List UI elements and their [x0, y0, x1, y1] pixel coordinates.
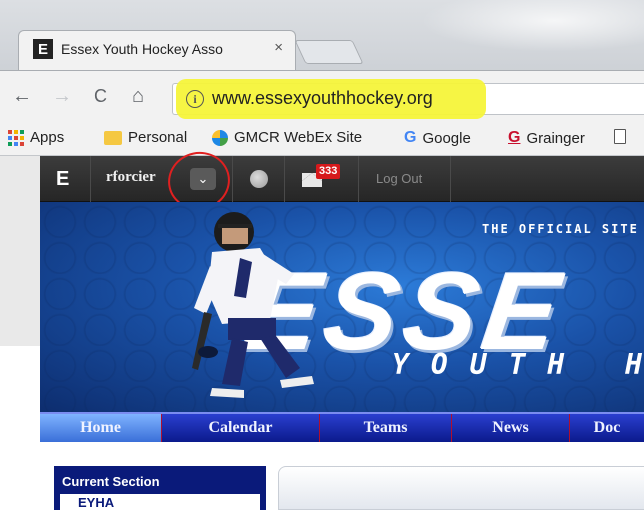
- globe-icon: [212, 129, 228, 146]
- google-icon: G: [404, 129, 417, 146]
- bookmark-document[interactable]: [614, 129, 632, 144]
- divider: [450, 156, 451, 202]
- grainger-icon: G: [508, 129, 521, 146]
- nav-documents[interactable]: Doc: [570, 414, 644, 442]
- reload-icon[interactable]: C: [94, 86, 107, 107]
- divider: [284, 156, 285, 202]
- browser-tab[interactable]: E Essex Youth Hockey Asso ×: [18, 30, 296, 70]
- bookmark-label: GMCR WebEx Site: [234, 129, 363, 146]
- screenshot: E Essex Youth Hockey Asso × ← → C ⌂ i ww…: [0, 0, 644, 510]
- mail-count-badge: 333: [316, 164, 341, 179]
- site-favicon-icon: E: [33, 39, 53, 59]
- background-glare: [420, 0, 644, 52]
- apps-grid-icon: [8, 129, 24, 146]
- nav-news[interactable]: News: [452, 414, 570, 442]
- section-link-eyha[interactable]: EYHA: [78, 495, 114, 510]
- globe-icon[interactable]: [250, 170, 268, 188]
- main-content-panel: [278, 466, 644, 510]
- back-icon[interactable]: ←: [12, 85, 32, 108]
- browser-toolbar: ← → C ⌂ i www.essexyouthhockey.org: [0, 70, 644, 122]
- page-background: [0, 156, 40, 346]
- bookmark-label: Personal: [128, 129, 188, 146]
- bookmark-personal[interactable]: Personal: [104, 129, 187, 146]
- section-list: EYHA: [60, 494, 260, 510]
- site-banner: THE OFFICIAL SITE ESSE YOUTH HO: [40, 202, 644, 412]
- banner-tagline: THE OFFICIAL SITE: [482, 222, 639, 236]
- bookmark-label: Google: [422, 129, 471, 147]
- username-label[interactable]: rforcier: [106, 169, 156, 186]
- site-info-icon[interactable]: i: [186, 90, 204, 108]
- web-page: E rforcier ⌄ 333 Log Out THE OFFICIAL SI…: [0, 146, 644, 510]
- bookmarks-bar: Apps Personal GMCR WebEx Site G Google G…: [0, 122, 644, 156]
- home-icon[interactable]: ⌂: [132, 85, 144, 108]
- nav-calendar[interactable]: Calendar: [162, 414, 320, 442]
- site-nav: Home Calendar Teams News Doc: [40, 412, 644, 442]
- browser-tabstrip: E Essex Youth Hockey Asso ×: [0, 0, 644, 72]
- document-icon: [614, 129, 626, 144]
- new-tab-button[interactable]: [294, 40, 364, 64]
- bookmark-gmcr-webex[interactable]: GMCR WebEx Site: [212, 129, 362, 146]
- folder-icon: [104, 130, 122, 145]
- bookmark-google[interactable]: G Google: [404, 129, 471, 147]
- bookmark-label: Apps: [30, 129, 65, 146]
- close-tab-icon[interactable]: ×: [274, 39, 283, 56]
- divider: [232, 156, 233, 202]
- divider: [358, 156, 359, 202]
- bookmark-grainger[interactable]: G Grainger: [508, 129, 585, 147]
- section-title: Current Section: [62, 474, 160, 489]
- divider: [90, 156, 91, 202]
- tab-title-fade: [233, 37, 261, 63]
- banner-subline: YOUTH HO: [392, 348, 644, 381]
- bookmark-apps[interactable]: Apps: [8, 129, 64, 146]
- current-section-panel: Current Section EYHA: [54, 466, 266, 510]
- nav-home[interactable]: Home: [40, 414, 162, 442]
- site-logo[interactable]: E: [56, 168, 69, 191]
- hockey-player-illustration: [192, 212, 314, 398]
- site-topbar: E rforcier ⌄ 333 Log Out: [40, 146, 644, 216]
- bookmark-label: Grainger: [526, 129, 585, 147]
- logout-link[interactable]: Log Out: [376, 171, 422, 186]
- url-text[interactable]: www.essexyouthhockey.org: [212, 88, 433, 109]
- nav-teams[interactable]: Teams: [320, 414, 452, 442]
- forward-icon[interactable]: →: [52, 85, 72, 108]
